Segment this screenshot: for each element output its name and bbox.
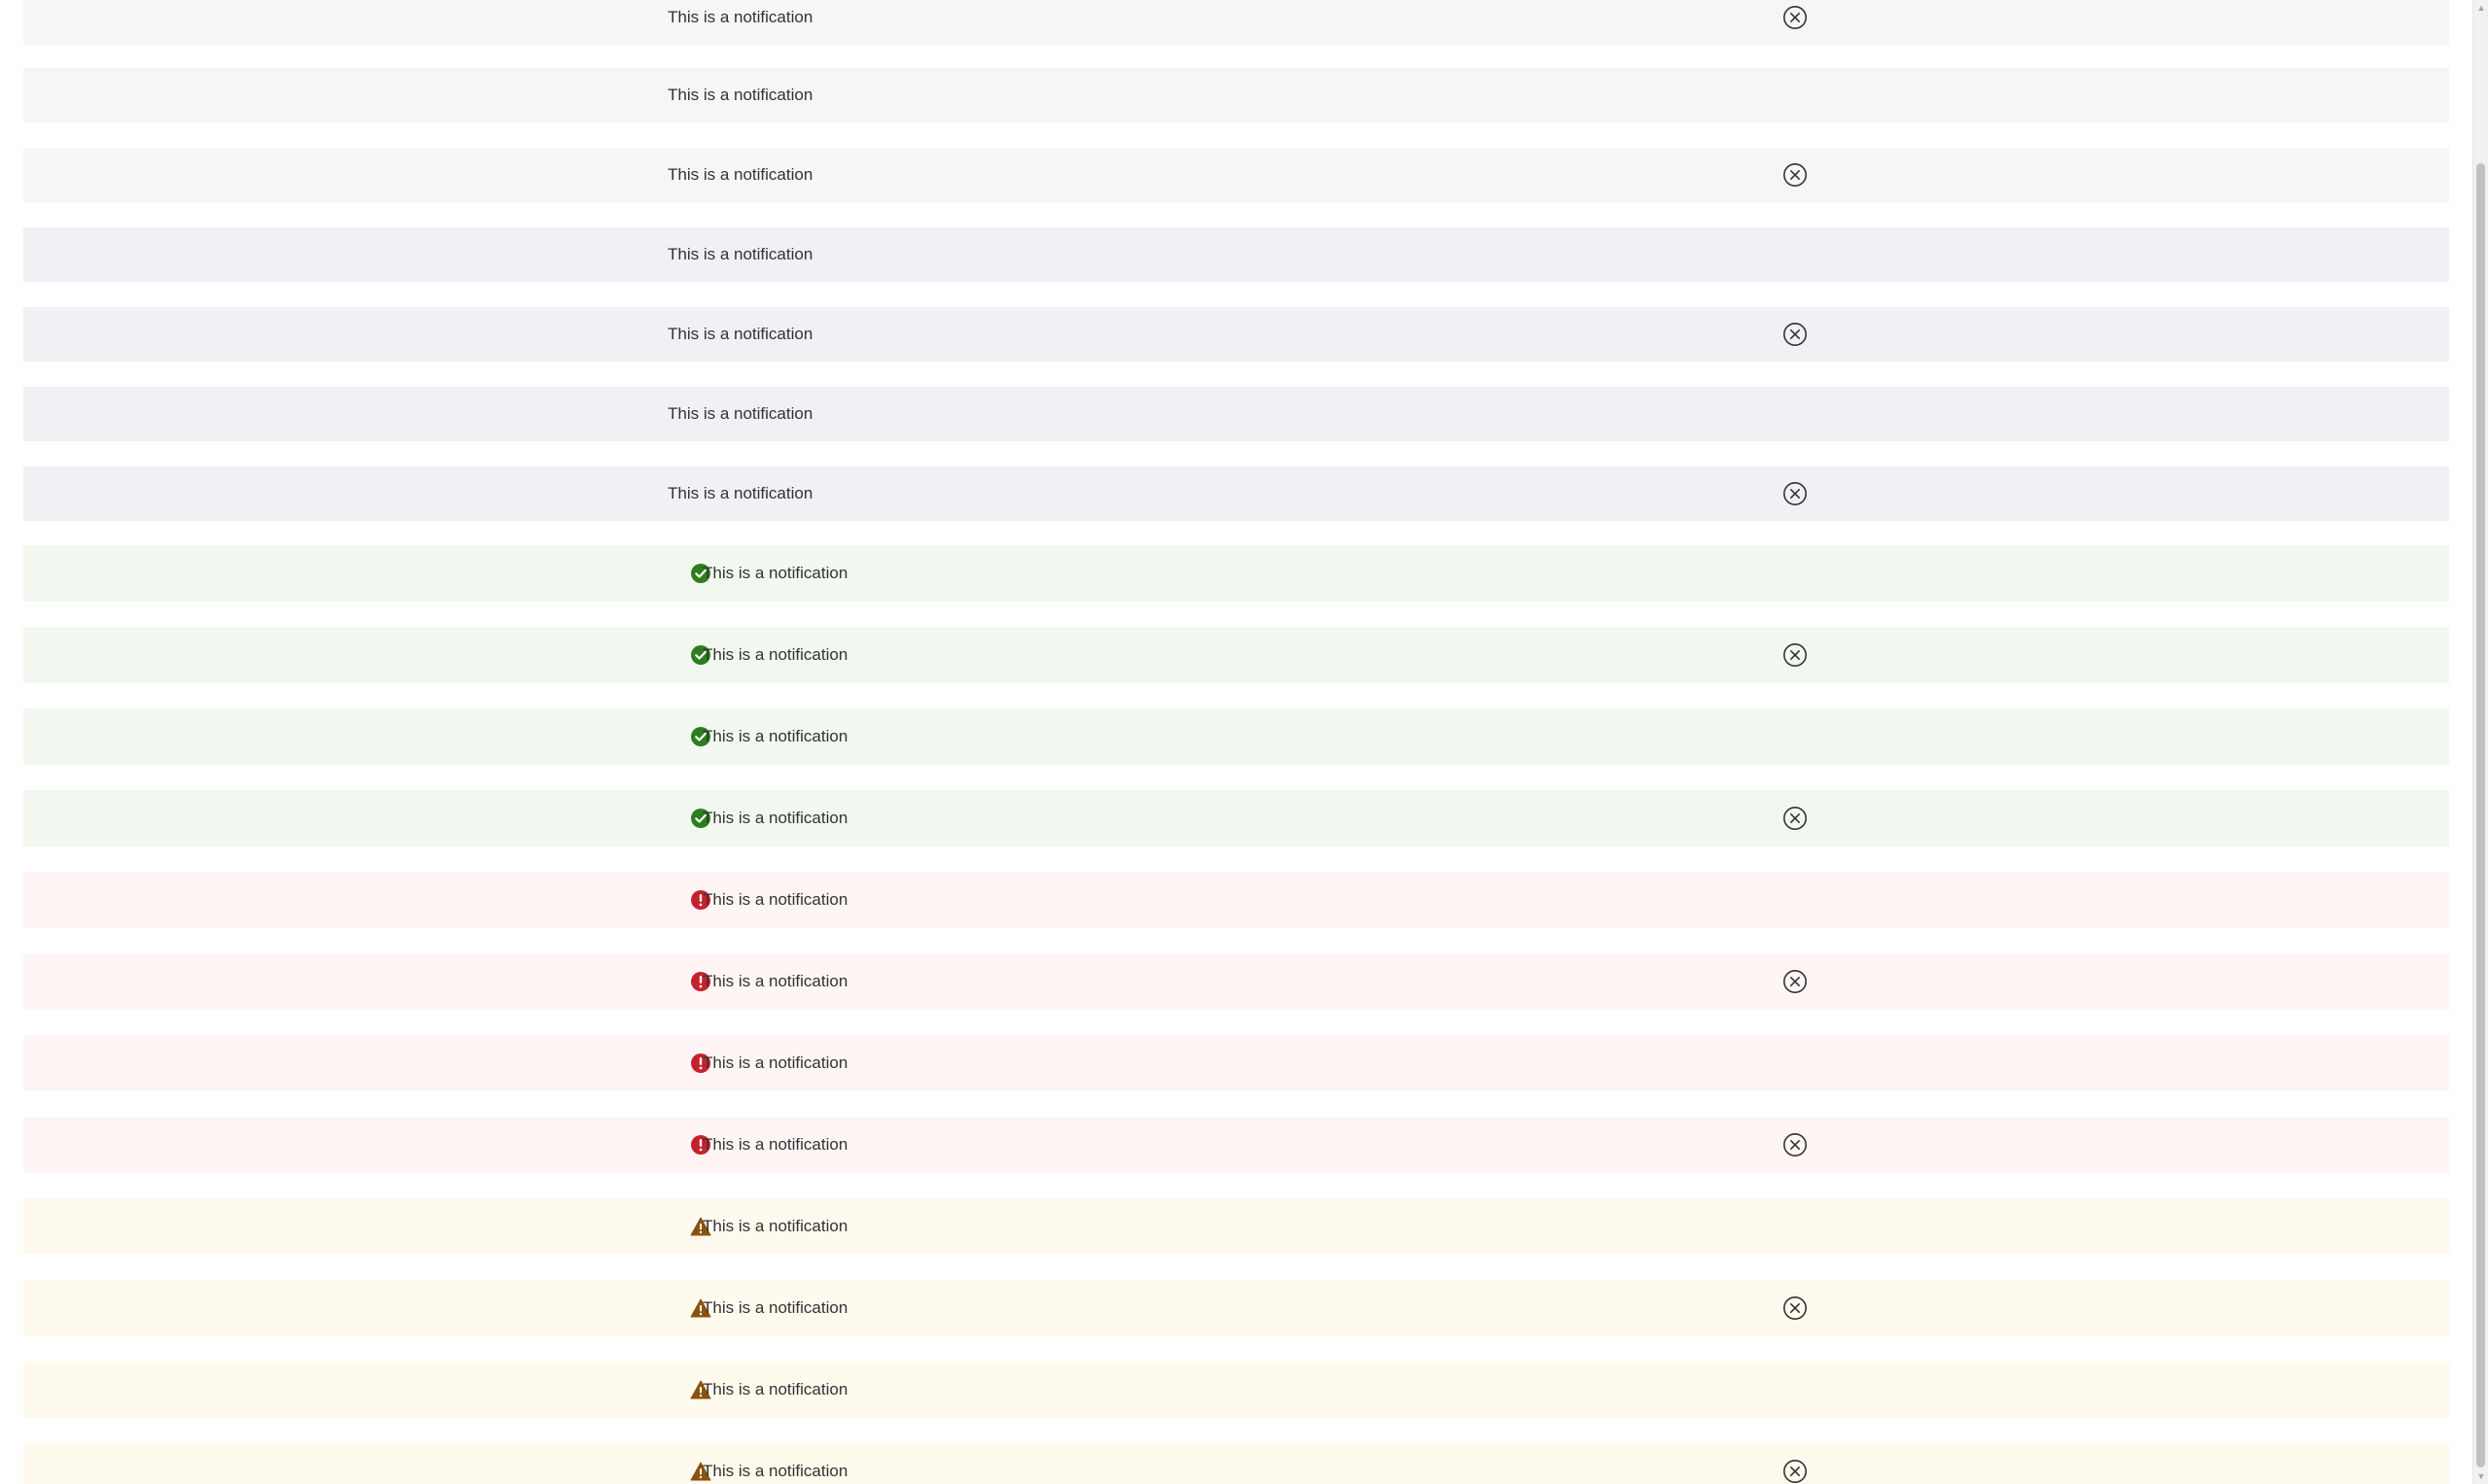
- scrollbar-thumb[interactable]: [2476, 163, 2485, 1467]
- notification-neutral: This is a notification: [23, 0, 2449, 45]
- notification-text: This is a notification: [668, 165, 813, 184]
- notification-text: This is a notification: [703, 1135, 848, 1154]
- notification-text: This is a notification: [668, 325, 813, 343]
- notification-text: This is a notification: [703, 564, 848, 582]
- notification-list: This is a notification This is a notifica…: [0, 0, 2472, 1484]
- close-circle-icon[interactable]: [1782, 322, 1808, 347]
- notification-text: This is a notification: [703, 972, 848, 990]
- notification-error: This is a notification: [23, 1035, 2449, 1091]
- notification-warning: This is a notification: [23, 1280, 2449, 1336]
- notification-neutral: This is a notification: [23, 68, 2449, 122]
- notification-warning: This is a notification: [23, 1362, 2449, 1418]
- close-circle-icon[interactable]: [1782, 1459, 1808, 1484]
- notification-error: This is a notification: [23, 1117, 2449, 1173]
- close-circle-icon[interactable]: [1782, 642, 1808, 668]
- notification-text: This is a notification: [703, 1298, 848, 1317]
- vertical-scrollbar[interactable]: ▲ ▼: [2472, 0, 2488, 1484]
- notification-success: This is a notification: [23, 627, 2449, 683]
- notification-text: This is a notification: [703, 727, 848, 745]
- notification-success: This is a notification: [23, 545, 2449, 602]
- notification-text: This is a notification: [703, 1462, 848, 1480]
- notification-success: This is a notification: [23, 790, 2449, 846]
- notification-text: This is a notification: [668, 404, 813, 423]
- scroll-up-arrow-icon[interactable]: ▲: [2473, 0, 2488, 16]
- close-circle-icon[interactable]: [1782, 481, 1808, 506]
- close-circle-icon[interactable]: [1782, 1295, 1808, 1321]
- notification-warning: This is a notification: [23, 1198, 2449, 1255]
- notification-info: This is a notification: [23, 307, 2449, 362]
- notification-text: This is a notification: [703, 890, 848, 909]
- notification-success: This is a notification: [23, 708, 2449, 765]
- notification-text: This is a notification: [703, 1217, 848, 1235]
- notification-text: This is a notification: [703, 645, 848, 664]
- close-circle-icon[interactable]: [1782, 806, 1808, 831]
- close-circle-icon[interactable]: [1782, 162, 1808, 188]
- notification-info: This is a notification: [23, 227, 2449, 282]
- scroll-down-arrow-icon[interactable]: ▼: [2473, 1468, 2488, 1484]
- notification-text: This is a notification: [668, 245, 813, 263]
- close-circle-icon[interactable]: [1782, 5, 1808, 30]
- notification-error: This is a notification: [23, 872, 2449, 928]
- notification-warning: This is a notification: [23, 1443, 2449, 1484]
- notification-error: This is a notification: [23, 953, 2449, 1010]
- notification-text: This is a notification: [703, 1053, 848, 1072]
- notification-info: This is a notification: [23, 466, 2449, 521]
- notification-text: This is a notification: [703, 809, 848, 827]
- notification-text: This is a notification: [668, 86, 813, 104]
- notification-text: This is a notification: [668, 484, 813, 502]
- close-circle-icon[interactable]: [1782, 1132, 1808, 1157]
- notification-text: This is a notification: [668, 8, 813, 26]
- notification-info: This is a notification: [23, 387, 2449, 441]
- notification-text: This is a notification: [703, 1380, 848, 1398]
- close-circle-icon[interactable]: [1782, 969, 1808, 994]
- notification-neutral: This is a notification: [23, 148, 2449, 202]
